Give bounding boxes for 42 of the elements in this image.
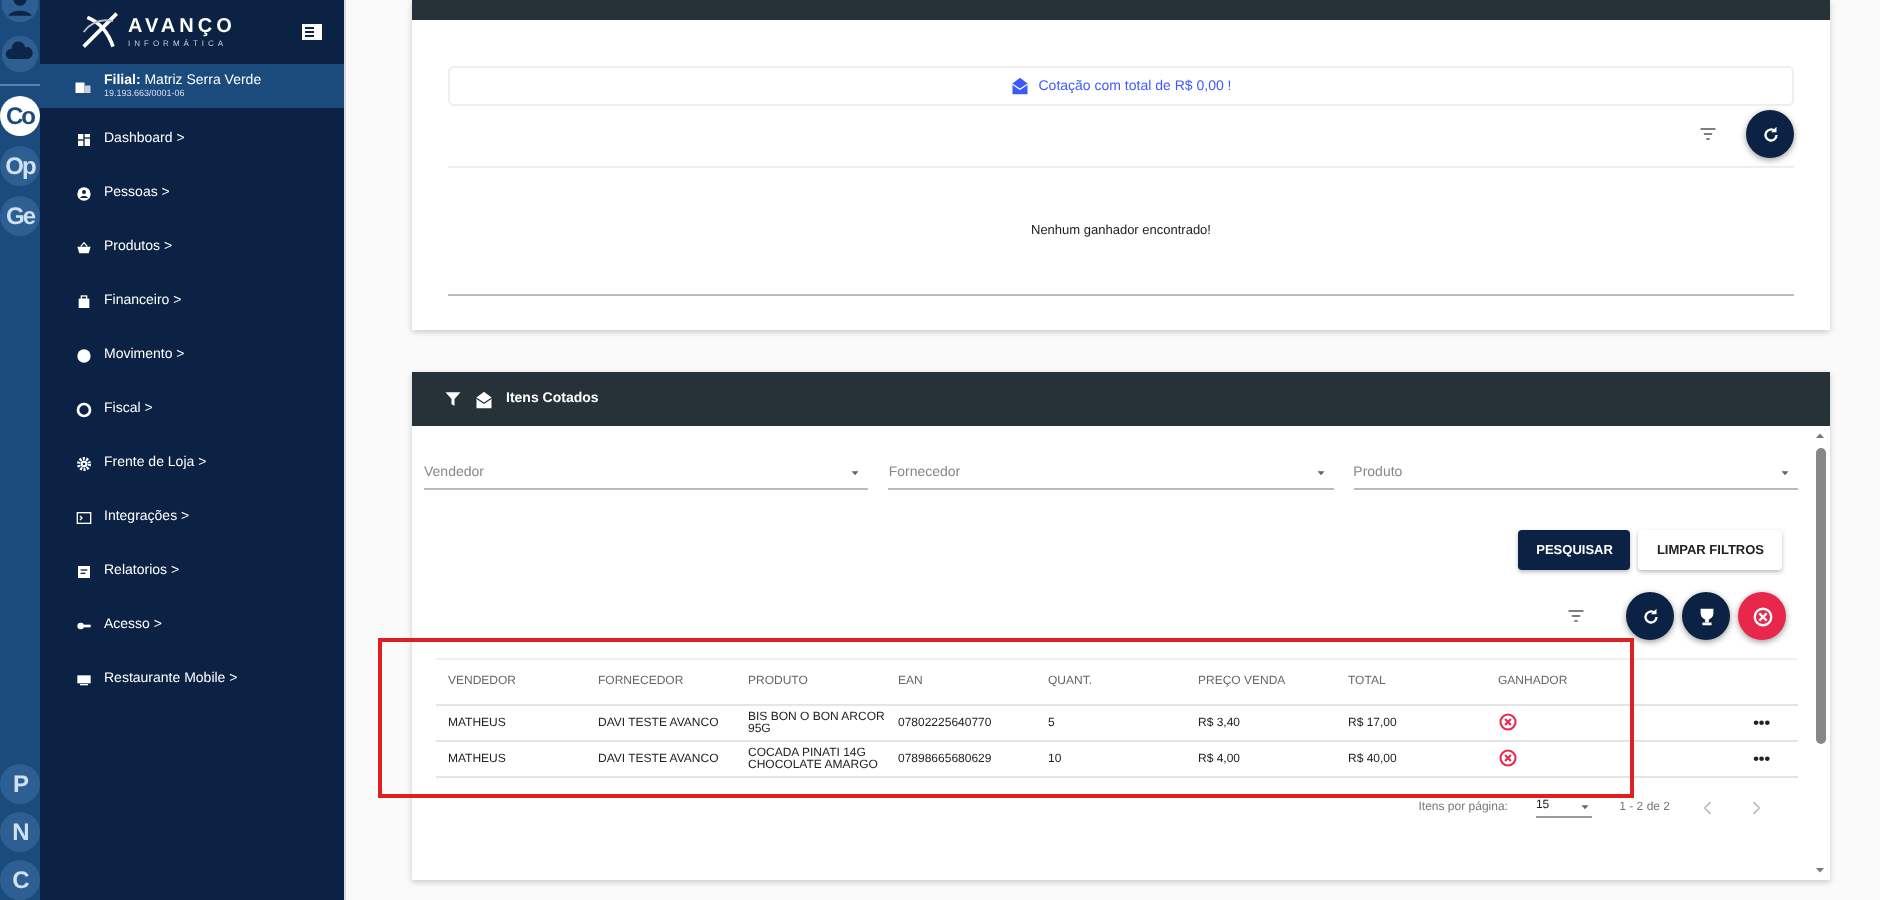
cancel-icon [1751, 605, 1773, 627]
cloud-icon[interactable] [0, 34, 40, 74]
rail-button[interactable]: P [0, 764, 40, 804]
scrollbar-thumb[interactable] [1815, 448, 1825, 744]
gear-icon [76, 455, 92, 471]
basket-icon [76, 239, 92, 255]
scroll-up-icon [1814, 430, 1826, 442]
refresh-button[interactable] [1746, 110, 1794, 158]
cancel-button[interactable] [1738, 592, 1786, 640]
trophy-button[interactable] [1682, 592, 1730, 640]
dashboard-icon [76, 131, 92, 147]
dropdown-arrow-icon [848, 466, 863, 480]
envelope-icon [474, 389, 494, 409]
circle-icon [76, 347, 92, 363]
dropdown-arrow-icon [1577, 800, 1592, 814]
refresh-button[interactable] [1626, 592, 1674, 640]
filter-icon [1566, 606, 1586, 626]
envelope-icon [1010, 76, 1031, 96]
building-icon [74, 77, 92, 95]
row-menu-button[interactable]: ••• [1636, 705, 1798, 741]
menu-icon[interactable] [300, 20, 324, 44]
rail-button[interactable]: C [0, 860, 40, 900]
report-icon [76, 563, 92, 579]
person-icon [76, 185, 92, 201]
filter-icon [444, 390, 462, 408]
key-icon [76, 617, 92, 633]
dropdown-arrow-icon [1777, 466, 1792, 480]
terminal-icon [76, 509, 92, 525]
refresh-icon [1639, 605, 1661, 627]
bag-icon [76, 293, 92, 309]
monitor-icon [76, 671, 92, 687]
trophy-icon [1695, 605, 1717, 627]
filter-icon[interactable] [1698, 124, 1718, 144]
logo-name: AVANÇO [128, 16, 236, 38]
row-menu-button[interactable]: ••• [1636, 741, 1798, 777]
rail-button[interactable]: Op [0, 146, 40, 186]
refresh-icon [1759, 123, 1781, 145]
dropdown-arrow-icon [1313, 466, 1328, 480]
scroll-down-icon [1814, 864, 1826, 876]
rail-button[interactable]: Ge [0, 196, 40, 236]
rail-button[interactable]: Co [0, 96, 40, 136]
rail-button[interactable]: N [0, 812, 40, 852]
